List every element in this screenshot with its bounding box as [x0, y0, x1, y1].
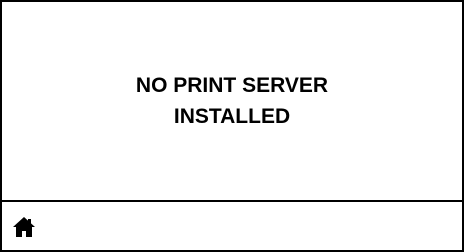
footer-bar — [2, 202, 462, 250]
status-message-line-2: INSTALLED — [173, 105, 291, 128]
status-message: NO PRINT SERVER INSTALLED — [2, 2, 462, 200]
home-icon[interactable] — [12, 216, 36, 238]
printer-display: NO PRINT SERVER INSTALLED — [0, 0, 464, 252]
status-message-line-1: NO PRINT SERVER — [135, 74, 329, 97]
